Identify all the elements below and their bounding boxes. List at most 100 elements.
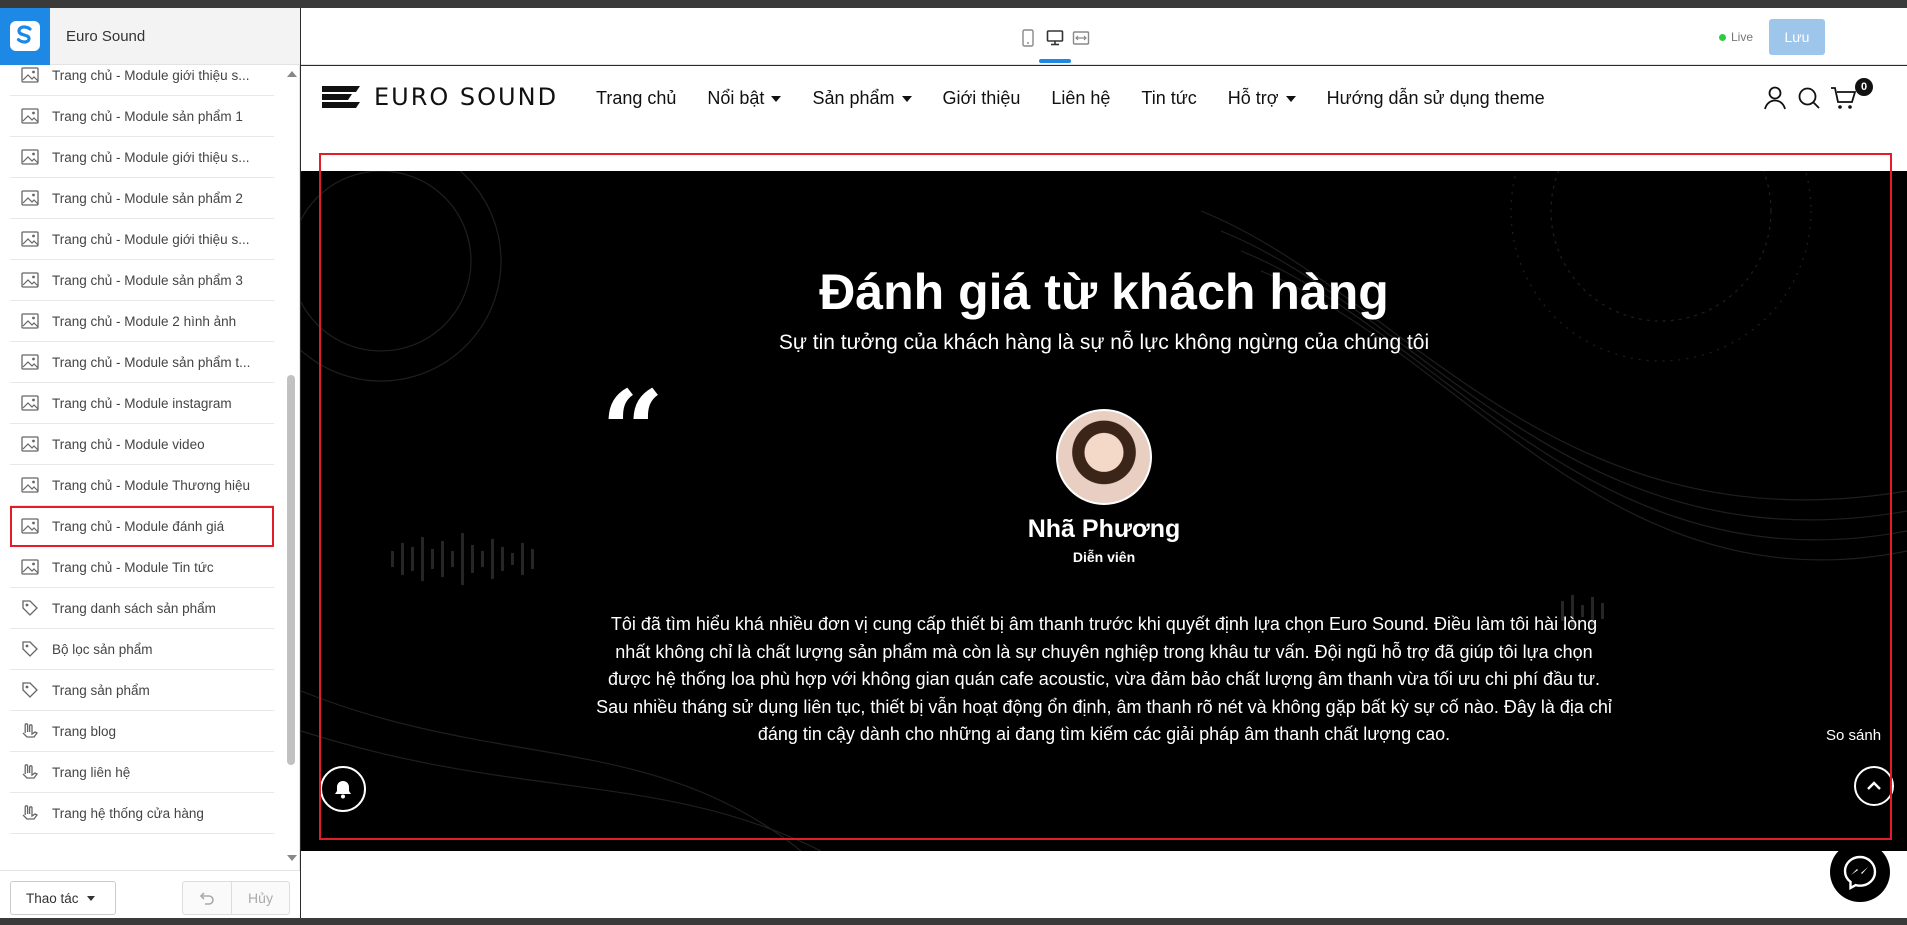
nav-item[interactable]: Hỗ trợ	[1228, 88, 1296, 109]
sidebar-item-label: Trang sản phẩm	[52, 682, 150, 698]
nav-item-label: Trang chủ	[596, 88, 677, 108]
image-icon	[20, 393, 40, 413]
hand-icon	[20, 844, 40, 845]
sidebar-item-label: Trang chủ - Module instagram	[52, 395, 232, 411]
window-bottom-strip	[0, 918, 1907, 925]
live-status: Live	[1719, 30, 1753, 44]
sidebar-item[interactable]: Trang chủ - Module đánh giá	[10, 506, 274, 547]
sidebar-item[interactable]: Trang chủ - Module video	[10, 424, 274, 465]
active-device-indicator	[1039, 59, 1071, 63]
live-dot-icon	[1719, 33, 1726, 41]
sidebar-item[interactable]: Trang sản phẩm	[10, 670, 274, 711]
window-top-strip	[0, 0, 1907, 8]
sidebar-item[interactable]: Trang chủ - Module instagram	[10, 383, 274, 424]
sidebar-item-label: Trang chủ - Module giới thiệu s...	[52, 67, 250, 83]
fullwidth-icon	[1072, 31, 1090, 45]
messenger-button[interactable]	[1830, 842, 1890, 902]
desktop-icon	[1046, 30, 1064, 46]
reviewer-role: Diễn viên	[1072, 549, 1136, 565]
nav-item[interactable]: Hướng dẫn sử dụng theme	[1327, 88, 1545, 109]
nav-item-label: Liên hệ	[1051, 88, 1111, 108]
scroll-up-arrow[interactable]	[287, 71, 297, 77]
scroll-thumb[interactable]	[287, 375, 295, 765]
account-icon[interactable]	[1761, 84, 1789, 112]
sidebar-item[interactable]: Bộ lọc sản phẩm	[10, 629, 274, 670]
undo-button[interactable]	[182, 881, 232, 915]
nav-item-label: Sản phẩm	[812, 88, 895, 108]
review-text: Tôi đã tìm hiểu khá nhiều đơn vị cung cấ…	[596, 614, 1612, 744]
sidebar-item-label: Trang danh sách sản phẩm	[52, 600, 216, 616]
sidebar-item-label: Trang chủ - Module sản phẩm 2	[52, 190, 243, 206]
nav-item-label: Nổi bật	[707, 88, 765, 108]
bell-icon	[335, 781, 351, 799]
image-icon	[20, 557, 40, 577]
panel-header: Euro Sound	[0, 7, 300, 65]
sidebar-item[interactable]: Trang chủ - Module giới thiệu s...	[10, 219, 274, 260]
mobile-view-button[interactable]	[1016, 26, 1040, 50]
caret-down-icon	[901, 95, 912, 102]
sidebar-item[interactable]: Trang chủ - Module Thương hiệu	[10, 465, 274, 506]
customer-review-section[interactable]: Đánh giá từ khách hàng Sự tin tưởng của …	[301, 171, 1907, 851]
sidebar-item-label: Trang chủ - Module sản phẩm 3	[52, 272, 243, 288]
sidebar-scrollbar[interactable]	[284, 65, 298, 870]
nav-item[interactable]: Nổi bật	[707, 88, 782, 109]
sidebar-item-label: Trang chủ - Module sản phẩm 1	[52, 108, 243, 124]
section-list: Trang chủ - Module giới thiệu s... Trang …	[0, 65, 300, 845]
cart-count-badge: 0	[1855, 78, 1873, 96]
nav-item[interactable]: Trang chủ	[596, 88, 676, 109]
sidebar-item-label: Trang chủ - Module đánh giá	[52, 518, 225, 534]
sidebar-item[interactable]: Trang chủ - Module sản phẩm 2	[10, 178, 274, 219]
undo-icon	[199, 892, 214, 905]
sidebar-item[interactable]: Trang chủ - Module giới thiệu s...	[10, 65, 274, 96]
euro-sound-logo-icon	[322, 86, 360, 108]
save-button[interactable]: Lưu	[1769, 19, 1825, 55]
quote-mark-icon: “	[601, 366, 665, 495]
compare-link[interactable]: So sánh	[1826, 727, 1881, 744]
sidebar-item[interactable]: Trang chủ - Module sản phẩm 3	[10, 260, 274, 301]
store-name: Euro Sound	[66, 27, 146, 45]
sidebar-item[interactable]: Trang blog	[10, 711, 274, 752]
nav-item[interactable]: Giới thiệu	[943, 88, 1021, 109]
image-icon	[20, 516, 40, 536]
cart-icon[interactable]	[1829, 84, 1857, 112]
sidebar-item-label: Trang chủ - Module 2 hình ảnh	[52, 313, 237, 329]
caret-down-icon	[1285, 95, 1296, 102]
sidebar-item-label: Trang blog	[52, 723, 117, 739]
image-icon	[20, 311, 40, 331]
sidebar-item[interactable]: Trang chủ - Module sản phẩm 1	[10, 96, 274, 137]
image-icon	[20, 270, 40, 290]
sidebar-item[interactable]: Trang chủ - Module sản phẩm t...	[10, 342, 274, 383]
nav-item[interactable]: Tin tức	[1141, 88, 1196, 109]
nav-item-label: Hỗ trợ	[1227, 88, 1279, 108]
nav-item[interactable]: Liên hệ	[1051, 88, 1110, 109]
chevron-up-icon	[1867, 781, 1881, 790]
desktop-view-button[interactable]	[1043, 26, 1067, 50]
image-icon	[20, 188, 40, 208]
actions-dropdown-button[interactable]: Thao tác	[10, 881, 116, 915]
sidebar-item[interactable]: Trang danh sách sản phẩm	[10, 588, 274, 629]
image-icon	[20, 434, 40, 454]
reviewer-avatar	[1056, 409, 1152, 505]
nav-item-label: Hướng dẫn sử dụng theme	[1326, 88, 1545, 108]
section-title: Đánh giá từ khách hàng	[819, 264, 1389, 320]
sidebar-item[interactable]: Trang liên hệ	[10, 752, 274, 793]
nav-item[interactable]: Sản phẩm	[812, 88, 912, 109]
cancel-button[interactable]: Hủy	[232, 881, 290, 915]
tag-icon	[20, 639, 40, 659]
sidebar-item[interactable]: Trang hệ thống cửa hàng	[10, 793, 274, 834]
sidebar-item-label: Trang chủ - Module sản phẩm t...	[52, 354, 251, 370]
sidebar-item[interactable]: Trang giỏ hàng	[10, 834, 274, 845]
notification-button[interactable]	[320, 766, 366, 812]
messenger-icon	[1843, 855, 1877, 891]
fullwidth-view-button[interactable]	[1069, 26, 1093, 50]
sidebar-item-label: Trang chủ - Module giới thiệu s...	[52, 231, 250, 247]
back-to-top-button[interactable]	[1854, 766, 1894, 806]
sidebar-item[interactable]: Trang chủ - Module giới thiệu s...	[10, 137, 274, 178]
app-logo[interactable]	[0, 7, 50, 65]
search-icon[interactable]	[1795, 84, 1823, 112]
sidebar-item[interactable]: Trang chủ - Module 2 hình ảnh	[10, 301, 274, 342]
site-logo[interactable]: EURO SOUND	[316, 82, 558, 112]
sidebar-item[interactable]: Trang chủ - Module Tin tức	[10, 547, 274, 588]
panel-footer: Thao tác Hủy	[0, 870, 300, 918]
scroll-down-arrow[interactable]	[287, 855, 297, 861]
